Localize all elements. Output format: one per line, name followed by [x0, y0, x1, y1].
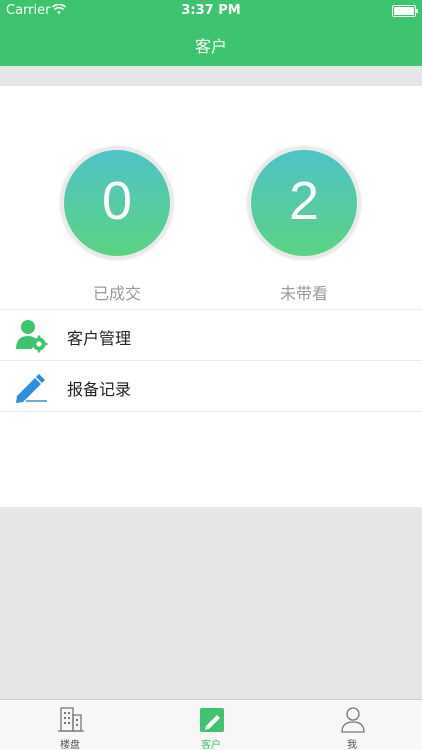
stat-label: 已成交 — [92, 284, 141, 303]
menu-item-customer-management[interactable]: 客户管理 — [0, 310, 422, 361]
tab-customers[interactable]: 客户 — [141, 700, 281, 750]
stat-closed-deals[interactable]: 0 已成交 — [57, 146, 177, 304]
person-icon — [341, 707, 365, 733]
tab-bar: 楼盘 客户 我 — [0, 699, 422, 750]
building-icon — [58, 707, 84, 732]
user-gear-icon — [16, 320, 48, 353]
tab-label: 我 — [347, 740, 357, 750]
stat-value: 0 — [101, 171, 133, 231]
tab-label: 客户 — [201, 740, 221, 750]
stat-not-viewed[interactable]: 2 未带看 — [244, 146, 364, 304]
customer-summary-card: 0 已成交 2 未带看 客户管理 报备记录 — [0, 86, 422, 507]
menu-item-report-records[interactable]: 报备记录 — [0, 361, 422, 412]
tab-buildings[interactable]: 楼盘 — [0, 700, 140, 750]
menu-item-label: 客户管理 — [67, 329, 132, 348]
tab-label: 楼盘 — [60, 740, 80, 750]
pen-icon — [16, 374, 47, 403]
stat-circle: 0 — [60, 146, 174, 260]
stat-value: 2 — [288, 171, 320, 231]
edit-icon — [200, 708, 224, 732]
menu-item-label: 报备记录 — [67, 380, 132, 399]
battery-icon — [392, 5, 418, 17]
nav-bar: 客户 — [0, 22, 422, 66]
status-bar: Carrier 3:37 PM — [0, 0, 422, 22]
status-time: 3:37 PM — [181, 3, 241, 18]
page-title: 客户 — [194, 37, 227, 56]
stat-label: 未带看 — [279, 284, 328, 303]
menu-list: 客户管理 报备记录 — [0, 309, 422, 412]
tab-me[interactable]: 我 — [282, 700, 422, 750]
stat-circle: 2 — [247, 146, 361, 260]
